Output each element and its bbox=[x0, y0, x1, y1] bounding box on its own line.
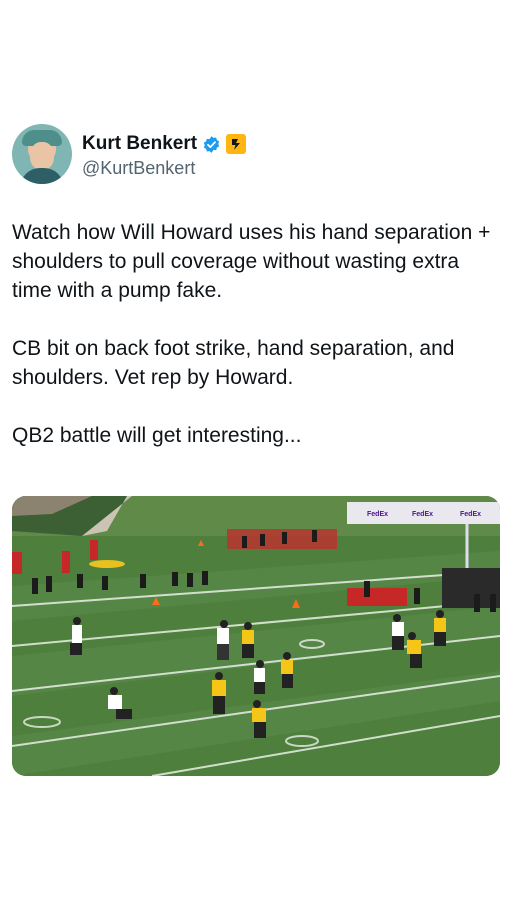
tweet-header: Kurt Benkert @KurtBenkert bbox=[12, 124, 492, 186]
avatar[interactable] bbox=[12, 124, 72, 184]
banner-text-1: FedEx bbox=[367, 511, 388, 518]
team-logo-icon bbox=[226, 134, 247, 154]
tweet-paragraph-2: CB bit on back foot strike, hand separat… bbox=[12, 337, 455, 389]
tweet-text: Watch how Will Howard uses his hand sepa… bbox=[12, 218, 504, 479]
tweet-card: Kurt Benkert @KurtBenkert Watch how Will… bbox=[0, 0, 512, 909]
banner-text-2: FedEx bbox=[412, 511, 433, 518]
tweet-paragraph-3: QB2 battle will get interesting... bbox=[12, 424, 302, 447]
verified-badge-icon bbox=[202, 135, 221, 154]
display-name[interactable]: Kurt Benkert bbox=[82, 133, 197, 155]
practice-field-photo: FedEx FedEx FedEx bbox=[12, 496, 500, 776]
avatar-face bbox=[30, 142, 54, 170]
tweet-paragraph-1: Watch how Will Howard uses his hand sepa… bbox=[12, 221, 491, 302]
avatar-shirt bbox=[20, 168, 64, 184]
user-handle[interactable]: @KurtBenkert bbox=[82, 158, 195, 179]
tweet-media-image[interactable]: FedEx FedEx FedEx bbox=[12, 496, 500, 776]
banner-text-3: FedEx bbox=[460, 511, 481, 518]
name-row: Kurt Benkert bbox=[82, 132, 247, 156]
